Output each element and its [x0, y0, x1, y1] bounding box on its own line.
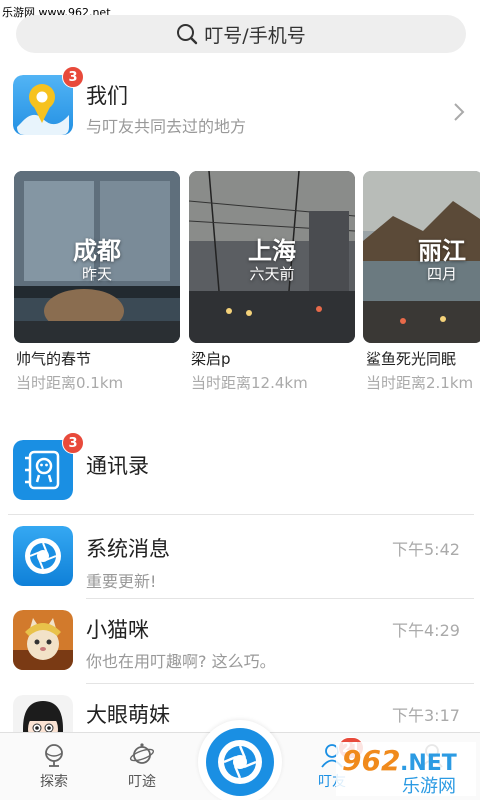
message-preview: 你也在用叮趣啊? 这么巧。 — [86, 652, 276, 671]
search-bar[interactable]: 叮号/手机号 — [16, 15, 466, 53]
card-title: 帅气的春节 — [16, 350, 92, 368]
message-time: 下午3:17 — [392, 706, 460, 725]
message-name: 系统消息 — [86, 537, 170, 561]
card-distance: 当时距离0.1km — [16, 374, 124, 392]
card-time: 昨天 — [81, 265, 112, 283]
us-subtitle: 与叮友共同去过的地方 — [86, 117, 247, 136]
card-time: 六天前 — [249, 265, 295, 283]
watermark-logo: 962 .NET 乐游网 — [336, 742, 476, 796]
card-title: 鲨鱼死光同眠 — [366, 350, 457, 368]
avatar-girl — [13, 695, 73, 732]
planet-icon — [129, 743, 155, 764]
watermark-site: 乐游网 — [402, 776, 456, 796]
avatar-cat — [13, 610, 73, 670]
camera-shutter-icon — [13, 526, 73, 586]
message-row-system[interactable]: 系统消息 重要更新! 下午5:42 — [0, 516, 480, 598]
tab-explore[interactable]: 探索 — [14, 733, 94, 800]
card-time: 四月 — [426, 265, 457, 283]
card-city: 上海 — [248, 237, 296, 265]
camera-button[interactable] — [206, 728, 274, 796]
divider — [86, 598, 474, 599]
card-city: 丽江 — [418, 237, 466, 265]
divider — [8, 514, 474, 515]
search-placeholder: 叮号/手机号 — [204, 24, 306, 47]
tab-label: 探索 — [40, 774, 68, 790]
message-time: 下午5:42 — [392, 540, 460, 559]
place-card-lijiang[interactable]: 丽江 四月 — [363, 171, 480, 343]
us-row[interactable]: 3 我们 与叮友共同去过的地方 — [0, 66, 480, 142]
message-name: 小猫咪 — [86, 618, 149, 642]
message-row-kitten[interactable]: 小猫咪 你也在用叮趣啊? 这么巧。 下午4:29 — [0, 600, 480, 682]
us-title: 我们 — [86, 84, 128, 108]
watermark-962: 962 — [342, 744, 400, 777]
globe-icon — [45, 744, 63, 767]
chevron-right-icon[interactable] — [452, 102, 466, 122]
card-distance: 当时距离2.1km — [366, 374, 474, 392]
contacts-badge: 3 — [62, 432, 84, 454]
place-card-shanghai[interactable]: 上海 六天前 — [189, 171, 355, 343]
message-time: 下午4:29 — [392, 621, 460, 640]
watermark-net: .NET — [400, 751, 457, 776]
card-city: 成都 — [73, 237, 121, 265]
message-preview: 重要更新! — [86, 572, 157, 591]
contacts-row[interactable]: 3 通讯录 — [0, 432, 480, 508]
message-name: 大眼萌妹 — [86, 703, 170, 727]
divider — [86, 683, 474, 684]
camera-shutter-icon — [218, 740, 262, 784]
card-distance: 当时距离12.4km — [191, 374, 308, 392]
us-badge: 3 — [62, 66, 84, 88]
contacts-title: 通讯录 — [86, 454, 149, 478]
tab-journey[interactable]: 叮途 — [102, 733, 182, 800]
card-title: 梁启p — [191, 350, 231, 368]
tab-label: 叮途 — [128, 774, 156, 790]
search-icon — [177, 24, 198, 45]
place-card-chengdu[interactable]: 成都 昨天 — [14, 171, 180, 343]
